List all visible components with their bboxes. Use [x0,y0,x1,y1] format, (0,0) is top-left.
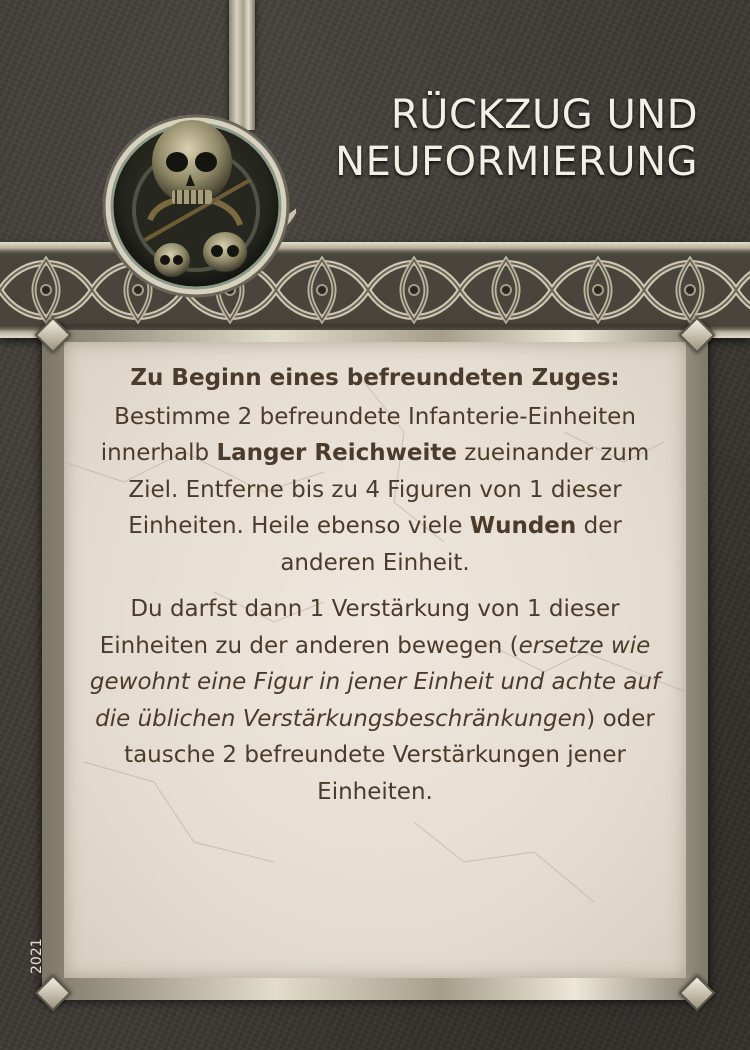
keyword-wounds: Wunden [469,513,577,539]
copyright-year: 2021 [29,938,45,974]
ability-trigger: Zu Beginn eines befreundeten Zuges: [130,365,620,391]
rules-paragraph-1: Bestimme 2 befreundete Infanterie-Einhei… [100,403,650,576]
ability-card: RÜCKZUG UND NEUFORMIERUNG Zu Beginn eine… [0,0,750,1050]
title-line-1: RÜCKZUG UND [390,92,698,138]
keyword-long-range: Langer Reichweite [216,440,457,466]
title-line-2: NEUFORMIERUNG [335,139,698,185]
rules-text: Zu Beginn eines befreundeten Zuges: Best… [84,360,666,820]
rules-paragraph-2: Du darfst dann 1 Verstärkung von 1 diese… [89,596,661,805]
skull-emblem-icon [102,114,296,298]
card-title: RÜCKZUG UND NEUFORMIERUNG [298,92,698,186]
